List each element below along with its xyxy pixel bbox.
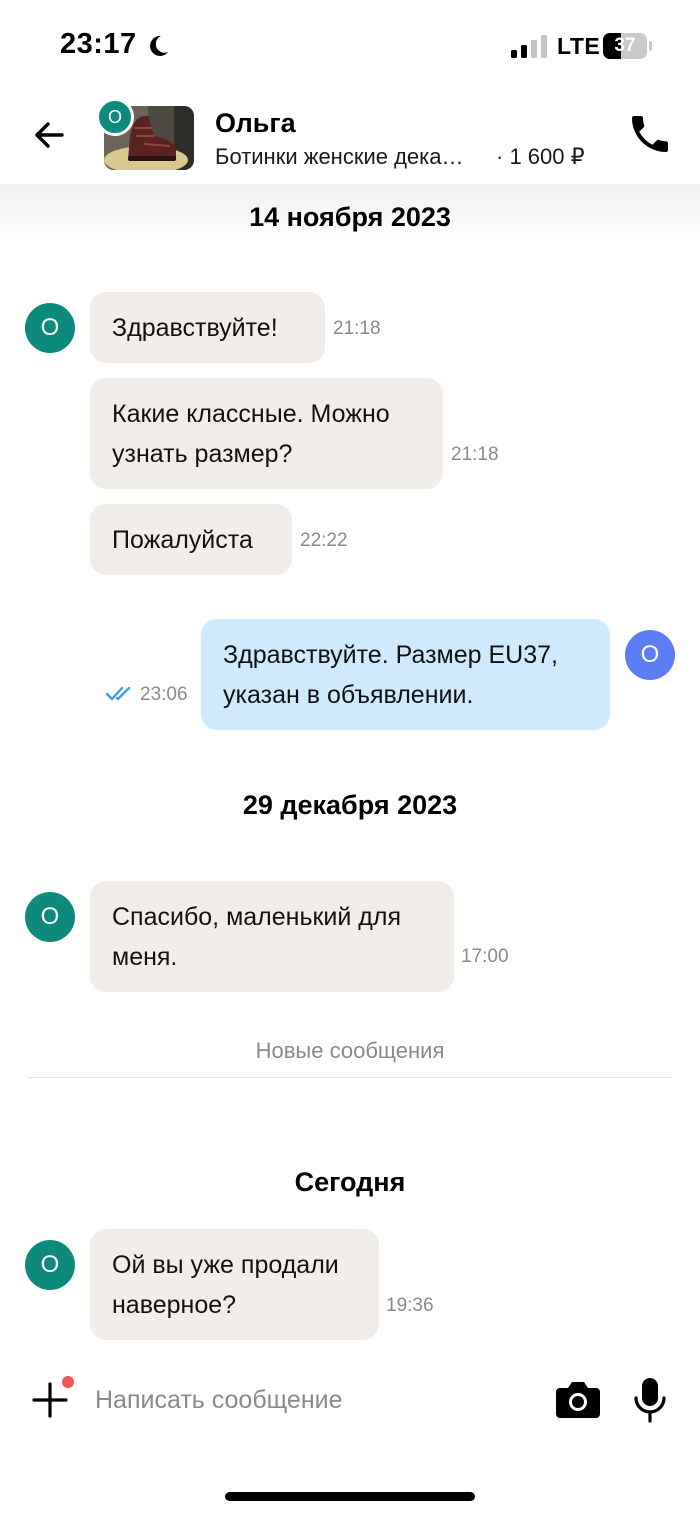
- battery-icon: 37: [603, 33, 653, 59]
- home-indicator: [225, 1492, 475, 1501]
- new-messages-divider: [28, 1077, 671, 1078]
- seller-name[interactable]: Ольга: [215, 108, 296, 139]
- date-separator: 29 декабря 2023: [242, 790, 458, 820]
- message-text-line: указан в объявлении.: [223, 680, 474, 709]
- message-bubble-incoming[interactable]: Здравствуйте!: [90, 292, 325, 363]
- seller-avatar-badge: О: [96, 98, 134, 136]
- message-input[interactable]: [95, 1382, 535, 1418]
- message-bubble-incoming[interactable]: Пожалуйста: [90, 504, 292, 575]
- new-messages-label: Новые сообщения: [255, 1038, 445, 1063]
- message-bubble-incoming[interactable]: Спасибо, маленький для меня.: [90, 881, 454, 992]
- item-title[interactable]: Ботинки женские дека…: [215, 144, 464, 170]
- message-text-line: Какие классные. Можно: [112, 399, 390, 428]
- message-time: 17:00: [461, 946, 509, 967]
- back-arrow-icon[interactable]: [28, 112, 74, 158]
- status-time: 23:17: [60, 28, 137, 60]
- sender-avatar[interactable]: О: [25, 303, 75, 353]
- plus-icon[interactable]: [32, 1382, 68, 1418]
- network-type: LTE: [557, 33, 601, 59]
- notification-dot: [62, 1376, 74, 1388]
- message-time: 21:18: [333, 318, 381, 339]
- phone-icon[interactable]: [626, 110, 674, 158]
- microphone-icon[interactable]: [632, 1376, 668, 1424]
- message-bubble-incoming[interactable]: Ой вы уже продали наверное?: [90, 1229, 379, 1340]
- message-time: 19:36: [386, 1295, 434, 1316]
- message-text-line: наверное?: [112, 1290, 237, 1319]
- message-text: Здравствуйте!: [112, 313, 278, 342]
- message-time: 21:18: [451, 444, 499, 465]
- own-avatar[interactable]: О: [625, 630, 675, 680]
- sender-avatar[interactable]: О: [25, 1240, 75, 1290]
- message-time: 23:06: [140, 684, 188, 705]
- camera-icon[interactable]: [554, 1378, 602, 1420]
- double-check-icon: [106, 686, 131, 701]
- date-separator: Сегодня: [294, 1167, 406, 1197]
- message-text-line: Здравствуйте. Размер EU37,: [223, 640, 558, 669]
- message-text: Пожалуйста: [112, 525, 253, 554]
- message-bubble-incoming[interactable]: Какие классные. Можно узнать размер?: [90, 378, 443, 489]
- message-text-line: узнать размер?: [112, 439, 293, 468]
- message-text-line: Спасибо, маленький для: [112, 902, 402, 931]
- message-composer: [0, 1346, 700, 1515]
- message-text-line: меня.: [112, 942, 178, 971]
- moon-icon: [150, 35, 168, 56]
- message-bubble-outgoing[interactable]: Здравствуйте. Размер EU37, указан в объя…: [201, 619, 610, 730]
- message-time: 22:22: [300, 530, 348, 551]
- message-text-line: Ой вы уже продали: [112, 1250, 339, 1279]
- sender-avatar[interactable]: О: [25, 892, 75, 942]
- battery-level: 37: [614, 35, 636, 56]
- date-separator: 14 ноября 2023: [249, 202, 451, 232]
- item-price: · 1 600 ₽: [496, 144, 585, 169]
- signal-icon: [511, 35, 547, 58]
